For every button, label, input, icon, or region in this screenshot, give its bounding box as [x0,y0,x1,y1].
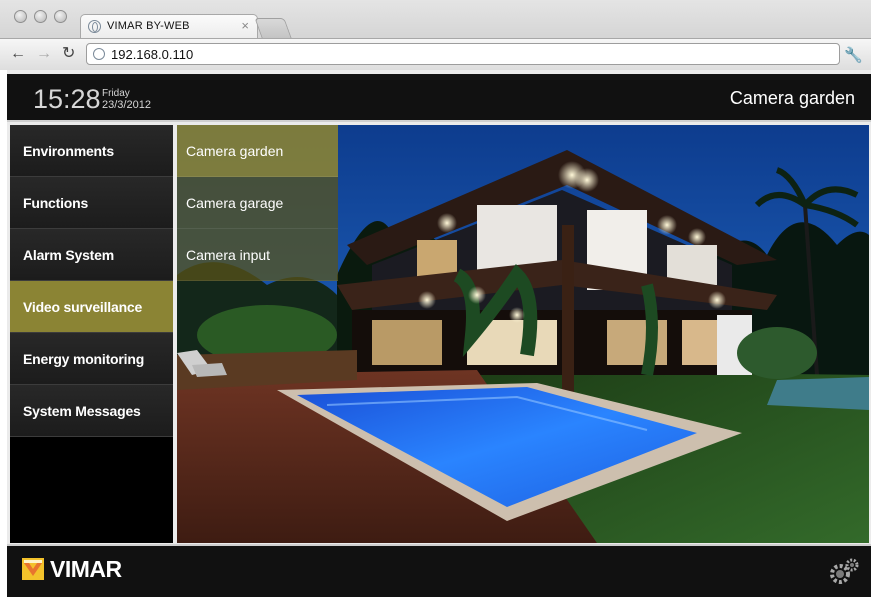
sidebar-item-environments[interactable]: Environments [10,125,173,177]
forward-icon[interactable]: → [36,45,52,63]
tab-title: VIMAR BY-WEB [107,20,190,32]
sidebar-item-functions[interactable]: Functions [10,177,173,229]
close-tab-button[interactable]: × [241,18,249,33]
date-label: 23/3/2012 [102,99,151,111]
vimar-logo-icon [22,558,44,580]
back-icon[interactable]: ← [10,45,26,63]
sidebar-item-alarm-system[interactable]: Alarm System [10,229,173,281]
wrench-icon[interactable]: 🔧 [844,46,863,64]
page-title: Camera garden [729,88,855,108]
camera-item-input[interactable]: Camera input [177,229,338,281]
globe-icon [93,48,105,60]
sidebar-item-video-surveillance[interactable]: Video surveillance [10,281,173,333]
vimar-app: 15:28 Friday 23/3/2012 Camera garden Env… [7,70,871,597]
browser-tab[interactable]: VIMAR BY-WEB × [80,14,258,38]
new-tab-button[interactable] [254,18,292,38]
gear-icon[interactable] [827,558,859,586]
reload-icon[interactable]: ↻ [62,45,75,63]
url-text[interactable]: 192.168.0.110 [111,47,193,62]
browser-toolbar: ← → ↻ 192.168.0.110 🔧 [0,38,871,70]
camera-item-garage[interactable]: Camera garage [177,177,338,229]
camera-view: Camera garden Camera garage Camera input [177,125,869,543]
camera-list: Camera garden Camera garage Camera input [177,125,338,281]
sidebar-item-system-messages[interactable]: System Messages [10,385,173,437]
app-header: 15:28 Friday 23/3/2012 Camera garden [7,74,871,122]
weekday-label: Friday [102,88,130,99]
vimar-brand: VIMAR [50,556,122,582]
sidebar-item-energy-monitoring[interactable]: Energy monitoring [10,333,173,385]
minimize-window-button[interactable] [34,10,47,23]
address-bar[interactable]: 192.168.0.110 [86,43,840,65]
maximize-window-button[interactable] [54,10,67,23]
camera-item-garden[interactable]: Camera garden [177,125,338,177]
app-footer: VIMAR [7,544,871,597]
globe-icon [88,20,101,33]
browser-chrome: VIMAR BY-WEB × ← → ↻ 192.168.0.110 🔧 [0,0,871,70]
close-window-button[interactable] [14,10,27,23]
clock-time: 15:28 [33,84,101,114]
sidebar: Environments Functions Alarm System Vide… [10,125,173,543]
